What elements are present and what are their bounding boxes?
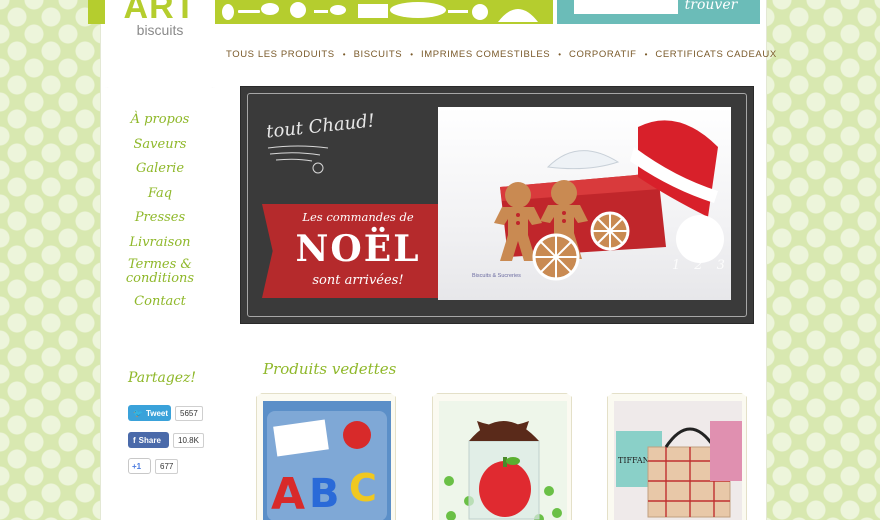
share-title: Partagez! bbox=[128, 370, 197, 386]
pager-dot-1[interactable]: 1 bbox=[672, 258, 680, 273]
product-card-1[interactable]: A B C bbox=[256, 393, 396, 520]
svg-text:C: C bbox=[349, 466, 377, 510]
plusone-label: +1 bbox=[132, 461, 142, 471]
plusone-row: +1 677 bbox=[128, 458, 179, 474]
nav-item-gift-certificates[interactable]: CERTIFICATS CADEAUX bbox=[655, 49, 776, 60]
logo-subtitle[interactable]: biscuits bbox=[117, 22, 203, 38]
plusone-button[interactable]: +1 bbox=[128, 458, 151, 474]
svg-text:B: B bbox=[309, 471, 340, 517]
pager-dot-3[interactable]: 3 bbox=[717, 258, 725, 273]
pager-dot-2[interactable]: 2 bbox=[694, 258, 702, 273]
banner-line3: sont arrivées! bbox=[312, 273, 404, 288]
plusone-count: 677 bbox=[155, 458, 179, 474]
tweet-button[interactable]: 🐦 Tweet bbox=[128, 405, 171, 421]
main-nav: TOUS LES PRODUITS • BISCUITS • IMPRIMES … bbox=[226, 47, 777, 61]
tweet-label: Tweet bbox=[145, 408, 169, 418]
photo-caption: Biscuits & Sucreries bbox=[472, 273, 521, 279]
nav-item-biscuits[interactable]: BISCUITS bbox=[354, 49, 403, 60]
sidebar-item-flavours[interactable]: Saveurs bbox=[112, 133, 208, 158]
tweet-row: 🐦 Tweet 5657 bbox=[128, 405, 203, 421]
facebook-row: f Share 10.8K bbox=[128, 432, 204, 448]
tweet-count: 5657 bbox=[175, 405, 203, 421]
nav-separator: • bbox=[410, 49, 413, 59]
product-card-3[interactable]: TIFFANY bbox=[607, 393, 747, 520]
share-label: Share bbox=[138, 435, 161, 445]
sidebar-item-about[interactable]: À propos bbox=[112, 108, 208, 133]
abc-cookies-icon: A B C bbox=[267, 411, 387, 520]
chalk-scribble-icon bbox=[267, 145, 329, 174]
facebook-share-button[interactable]: f Share bbox=[128, 432, 169, 448]
product-image-3: TIFFANY bbox=[614, 401, 742, 520]
sidebar-item-press[interactable]: Presses bbox=[112, 206, 208, 231]
product-image-1: A B C bbox=[263, 401, 391, 520]
slider-pager: 1 2 3 bbox=[672, 258, 725, 273]
banner-line1: Les commandes de bbox=[302, 210, 414, 224]
featured-title: Produits vedettes bbox=[263, 360, 397, 378]
nav-separator: • bbox=[558, 49, 561, 59]
logo-text[interactable]: ART bbox=[117, 0, 203, 26]
shopping-bag-cookies-icon: TIFFANY bbox=[616, 421, 742, 518]
sidebar-item-terms[interactable]: Termes & conditions bbox=[112, 258, 208, 286]
facebook-icon: f bbox=[133, 435, 136, 445]
nav-separator: • bbox=[644, 49, 648, 59]
search-input[interactable] bbox=[574, 0, 678, 14]
apple-cookie-box-icon bbox=[444, 421, 562, 520]
twitter-icon: 🐦 bbox=[133, 408, 143, 418]
sidebar-nav: À propos Saveurs Galerie Faq Presses Liv… bbox=[112, 108, 208, 315]
search-button[interactable]: trouver bbox=[680, 0, 742, 14]
sidebar-item-delivery[interactable]: Livraison bbox=[112, 231, 208, 256]
abc-text: A bbox=[271, 469, 305, 520]
nav-item-all-products[interactable]: TOUS LES PRODUITS bbox=[226, 49, 335, 60]
sidebar-item-contact[interactable]: Contact bbox=[112, 290, 208, 315]
nav-item-corporate[interactable]: CORPORATIF bbox=[569, 49, 637, 60]
nav-item-edible-prints[interactable]: IMPRIMES COMESTIBLES bbox=[421, 49, 550, 60]
product-image-2 bbox=[439, 401, 567, 520]
nav-separator: • bbox=[342, 49, 346, 59]
product-card-2[interactable] bbox=[432, 393, 572, 520]
banner-title: NOËL bbox=[295, 228, 421, 270]
sidebar-item-gallery[interactable]: Galerie bbox=[112, 157, 208, 182]
sidebar-item-faq[interactable]: Faq bbox=[112, 182, 208, 207]
facebook-count: 10.8K bbox=[173, 432, 204, 448]
